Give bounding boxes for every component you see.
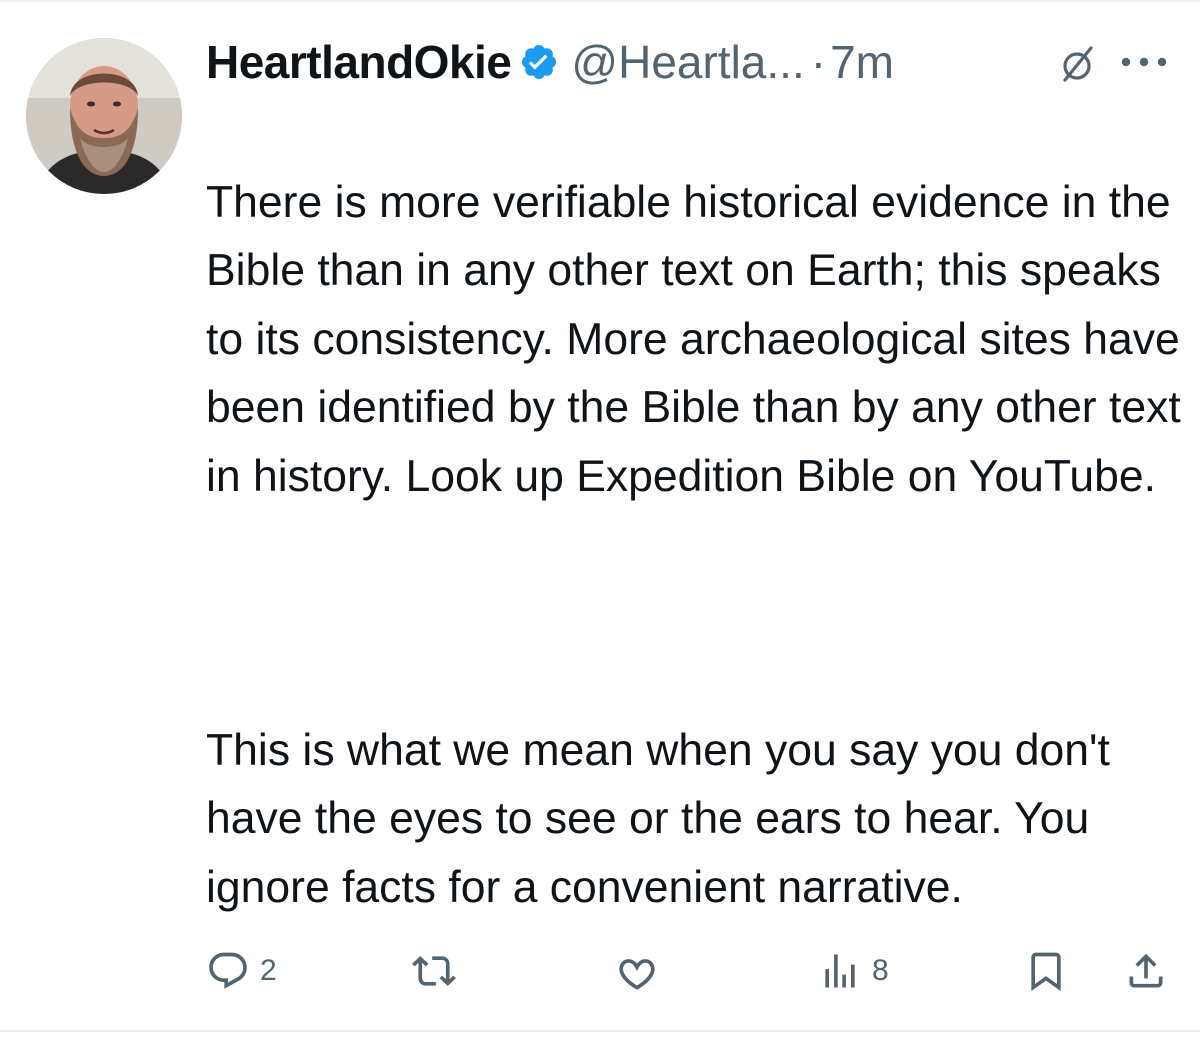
verified-badge-icon [519, 42, 559, 82]
grok-icon[interactable] [1057, 44, 1097, 84]
views-count: 8 [872, 954, 889, 987]
share-button[interactable] [1124, 946, 1168, 996]
more-options-icon[interactable] [1116, 52, 1172, 72]
tweet-timestamp[interactable]: 7m [830, 35, 894, 89]
like-icon [614, 949, 660, 993]
retweet-button[interactable] [410, 946, 468, 996]
reply-icon [206, 949, 250, 993]
reply-button[interactable]: 2 [206, 946, 277, 996]
author-avatar[interactable] [26, 38, 182, 194]
top-divider [0, 0, 1200, 2]
bottom-divider [0, 1030, 1200, 1032]
author-display-name[interactable]: HeartlandOkie [206, 35, 512, 89]
tweet-actions-bar: 2 8 [0, 946, 1200, 996]
tweet-paragraph: There is more verifiable historical evid… [206, 177, 1181, 501]
reply-count: 2 [260, 954, 277, 987]
share-icon [1124, 949, 1168, 993]
bookmark-button[interactable] [1024, 946, 1068, 996]
tweet-header: HeartlandOkie @Heartla... · 7m [206, 30, 1186, 94]
like-button[interactable] [614, 946, 670, 996]
retweet-icon [410, 949, 458, 993]
views-icon [818, 949, 862, 993]
tweet-paragraph: This is what we mean when you say you do… [206, 725, 1110, 912]
author-handle[interactable]: @Heartla... [571, 35, 804, 89]
tweet-text: There is more verifiable historical evid… [206, 100, 1186, 991]
views-button[interactable]: 8 [818, 946, 889, 996]
avatar-image [26, 38, 182, 194]
bookmark-icon [1024, 949, 1068, 993]
header-separator: · [810, 36, 827, 88]
